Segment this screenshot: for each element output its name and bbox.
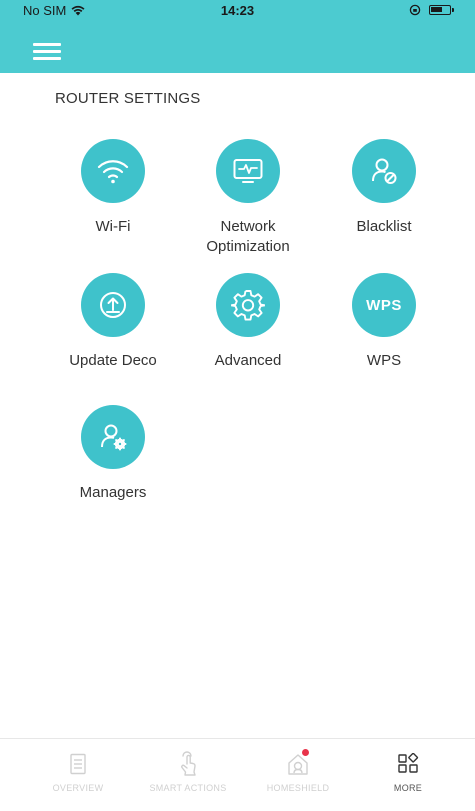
status-bar: No SIM 14:23	[0, 0, 475, 22]
tab-label: SMART ACTIONS	[149, 783, 227, 793]
item-label: Blacklist	[356, 218, 412, 235]
wifi-icon	[81, 139, 145, 203]
wps-item[interactable]: WPS WPS	[319, 273, 449, 371]
wps-icon-text: WPS	[366, 296, 402, 314]
network-optimization-icon	[216, 139, 280, 203]
status-time: 14:23	[220, 3, 255, 18]
item-label: Wi-Fi	[95, 218, 131, 235]
tab-more[interactable]: MORE	[353, 751, 463, 793]
more-icon	[398, 753, 419, 773]
blacklist-icon	[352, 139, 416, 203]
gear-icon	[216, 273, 280, 337]
smart-actions-icon	[181, 751, 196, 776]
blacklist-item[interactable]: Blacklist	[319, 139, 449, 237]
tab-homeshield[interactable]: HOMESHIELD	[243, 749, 353, 793]
bottom-tab-bar: OVERVIEW SMART ACTIONS HOMESHIELD MORE	[0, 738, 475, 811]
item-label: WPS	[366, 352, 402, 369]
managers-icon	[81, 405, 145, 469]
section-title: ROUTER SETTINGS	[55, 90, 201, 107]
item-label: Advanced	[214, 352, 282, 369]
tab-overview[interactable]: OVERVIEW	[23, 751, 133, 793]
battery-icon	[429, 5, 454, 15]
managers-item[interactable]: Managers	[48, 405, 178, 503]
tab-label: HOMESHIELD	[266, 783, 330, 793]
status-indicators	[409, 4, 454, 16]
overview-icon	[70, 753, 86, 775]
advanced-item[interactable]: Advanced	[183, 273, 313, 371]
app-header: No SIM 14:23	[0, 0, 475, 73]
wifi-settings-item[interactable]: Wi-Fi	[48, 139, 178, 237]
tab-label: OVERVIEW	[52, 783, 104, 793]
item-label: Network Optimization	[206, 218, 290, 255]
hamburger-menu-icon[interactable]	[33, 41, 61, 61]
tab-smart-actions[interactable]: SMART ACTIONS	[133, 751, 243, 793]
wps-icon: WPS	[352, 273, 416, 337]
item-label: Managers	[79, 484, 147, 501]
orientation-lock-icon	[409, 4, 421, 16]
notification-badge	[302, 749, 309, 756]
item-label: Update Deco	[69, 352, 157, 369]
update-deco-item[interactable]: Update Deco	[48, 273, 178, 371]
network-optimization-item[interactable]: Network Optimization	[183, 139, 313, 257]
update-icon	[81, 273, 145, 337]
tab-label: MORE	[393, 783, 423, 793]
